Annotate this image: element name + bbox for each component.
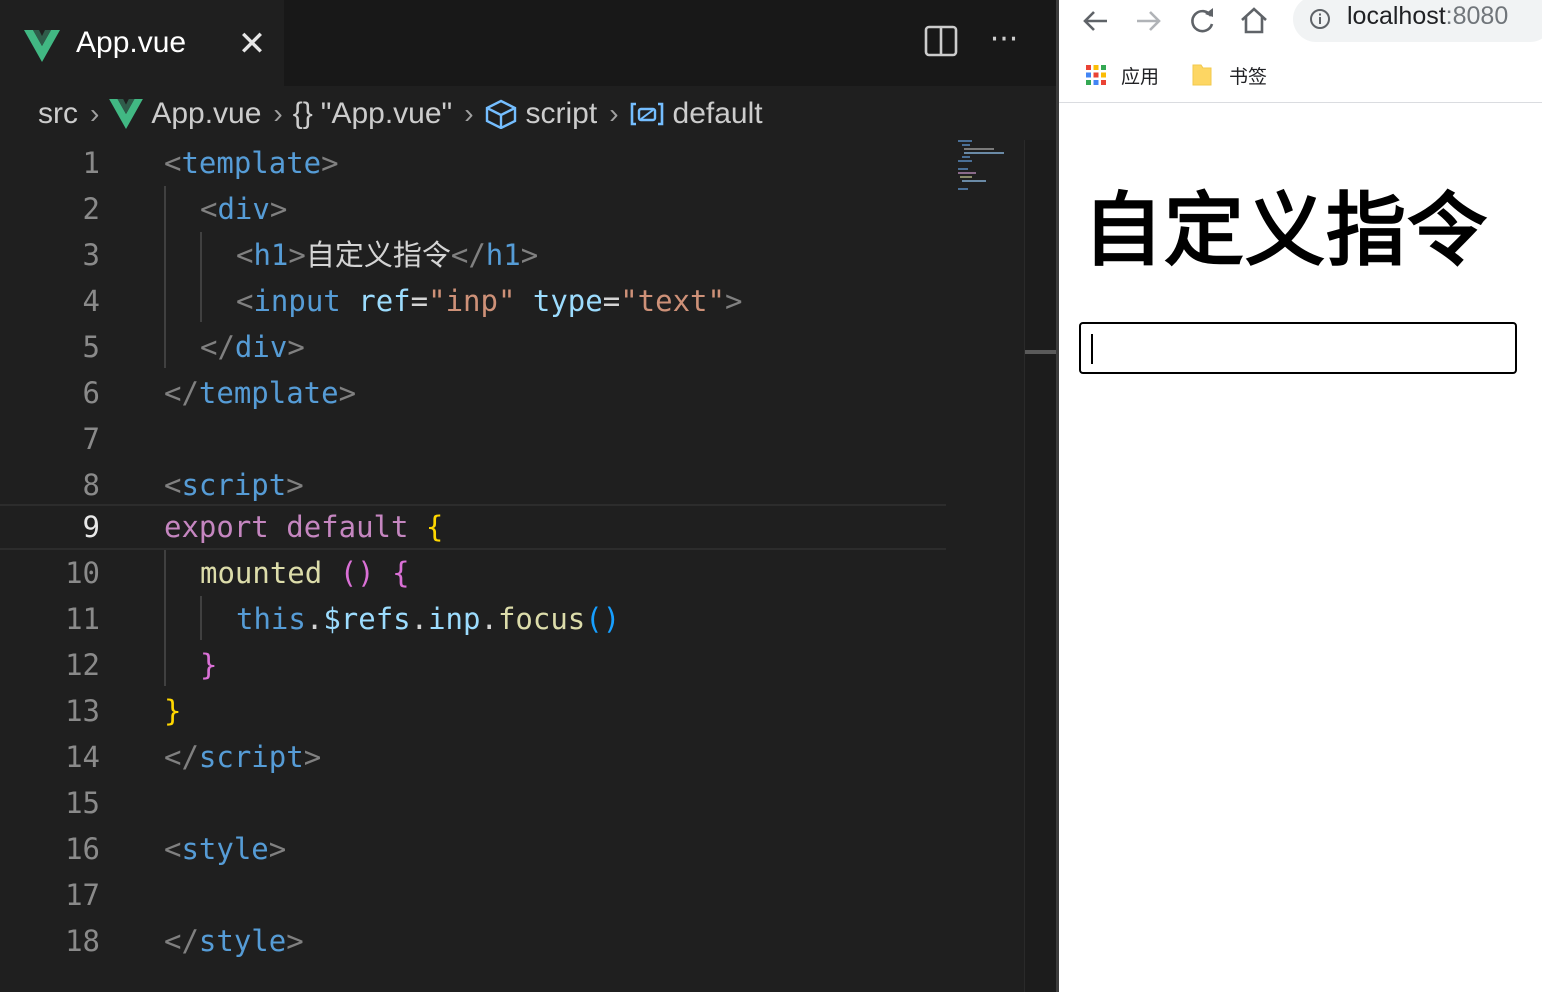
forward-arrow-icon[interactable] [1131,4,1165,38]
line-number: 4 [82,284,100,318]
line-number: 15 [65,786,100,820]
line-number: 6 [82,376,100,410]
cube-icon [485,99,516,129]
line-number: 1 [82,146,100,180]
tab-title: App.vue [76,26,187,59]
vue-icon [24,30,60,62]
back-arrow-icon[interactable] [1079,4,1113,38]
minimap[interactable] [952,138,1024,198]
code-line: 6 </template> [0,370,946,416]
line-number: 18 [65,924,100,958]
vertical-scrollbar[interactable] [1024,140,1057,992]
home-icon[interactable] [1237,4,1271,38]
line-number: 13 [65,694,100,728]
breadcrumb-folder[interactable]: src [38,97,78,131]
code-line: 13 } [0,688,946,734]
module-braces-icon: {} [292,97,313,130]
bookmarks-bar: 应用 书签 [1059,52,1542,98]
code-line: 16 <style> [0,826,946,872]
code-line: 18 </style> [0,918,946,964]
chevron-right-icon: › [90,98,100,129]
bookmark-folder[interactable]: 书签 [1191,60,1267,90]
scrollbar-cursor-marker [1025,350,1056,354]
chevron-right-icon: › [609,98,619,129]
folder-icon [1192,64,1212,86]
code-line: 3 <h1>自定义指令</h1> [0,232,946,278]
line-number: 7 [82,422,100,456]
line-number: 16 [65,832,100,866]
variable-icon [630,102,663,126]
browser-window: localhost:8080 应用 书签 自定义指令 [1059,0,1542,992]
line-number: 5 [82,330,100,364]
breadcrumb-file[interactable]: App.vue [151,97,261,131]
line-number: 10 [65,556,100,590]
address-bar[interactable]: localhost:8080 [1293,0,1542,42]
code-line: 2 <div> [0,186,946,232]
reload-icon[interactable] [1185,4,1219,38]
browser-toolbar: localhost:8080 [1059,0,1542,46]
code-line: 4 <input ref="inp" type="text"> [0,278,946,324]
line-number: 8 [82,468,100,502]
editor-tab-bar: App.vue ✕ ··· [0,0,1056,86]
code-line: 15 [0,780,946,826]
page-heading: 自定义指令 [1083,184,1488,277]
code-line: 12 } [0,642,946,688]
code-area[interactable]: 1 <template> 2 <div> 3 <h1>自定义指令</h1> 4 … [0,140,1056,992]
code-line: 17 [0,872,946,918]
bookmark-label: 应用 [1121,65,1160,88]
split-editor-icon[interactable] [924,24,958,58]
code-editor: App.vue ✕ ··· src › App.vue › {} "App.vu… [0,0,1057,992]
toolbar-divider [1059,102,1542,103]
code-line: 8 <script> [0,462,946,508]
breadcrumb-symbol[interactable]: default [673,97,763,131]
code-line: 1 <template> [0,140,946,186]
code-line: 14 </script> [0,734,946,780]
code-line-current: 9 export default { [0,504,946,550]
line-number: 14 [65,740,100,774]
line-number: 17 [65,878,100,912]
chevron-right-icon: › [273,98,283,129]
chevron-right-icon: › [464,98,474,129]
text-caret [1091,334,1093,364]
code-line: 5 </div> [0,324,946,370]
bookmark-apps[interactable]: 应用 [1085,60,1159,90]
info-icon[interactable] [1309,8,1331,30]
more-actions-icon[interactable]: ··· [984,22,1024,62]
breadcrumb-module[interactable]: "App.vue" [321,97,452,131]
url-text: localhost:8080 [1347,2,1509,30]
code-line: 11 this.$refs.inp.focus() [0,596,946,642]
breadcrumb: src › App.vue › {} "App.vue" › script › … [0,86,1056,142]
close-icon[interactable]: ✕ [236,24,268,64]
apps-grid-icon [1086,65,1106,85]
code-line: 10 mounted () { [0,550,946,596]
vue-icon [109,99,144,129]
tab-app-vue[interactable]: App.vue ✕ [0,0,284,86]
text-input[interactable] [1079,322,1517,374]
line-number: 11 [65,602,100,636]
code-line: 7 [0,416,946,462]
line-number: 2 [82,192,100,226]
line-number: 12 [65,648,100,682]
bookmark-label: 书签 [1229,65,1268,88]
line-number: 3 [82,238,100,272]
breadcrumb-section[interactable]: script [526,97,598,131]
line-number: 9 [82,510,100,544]
